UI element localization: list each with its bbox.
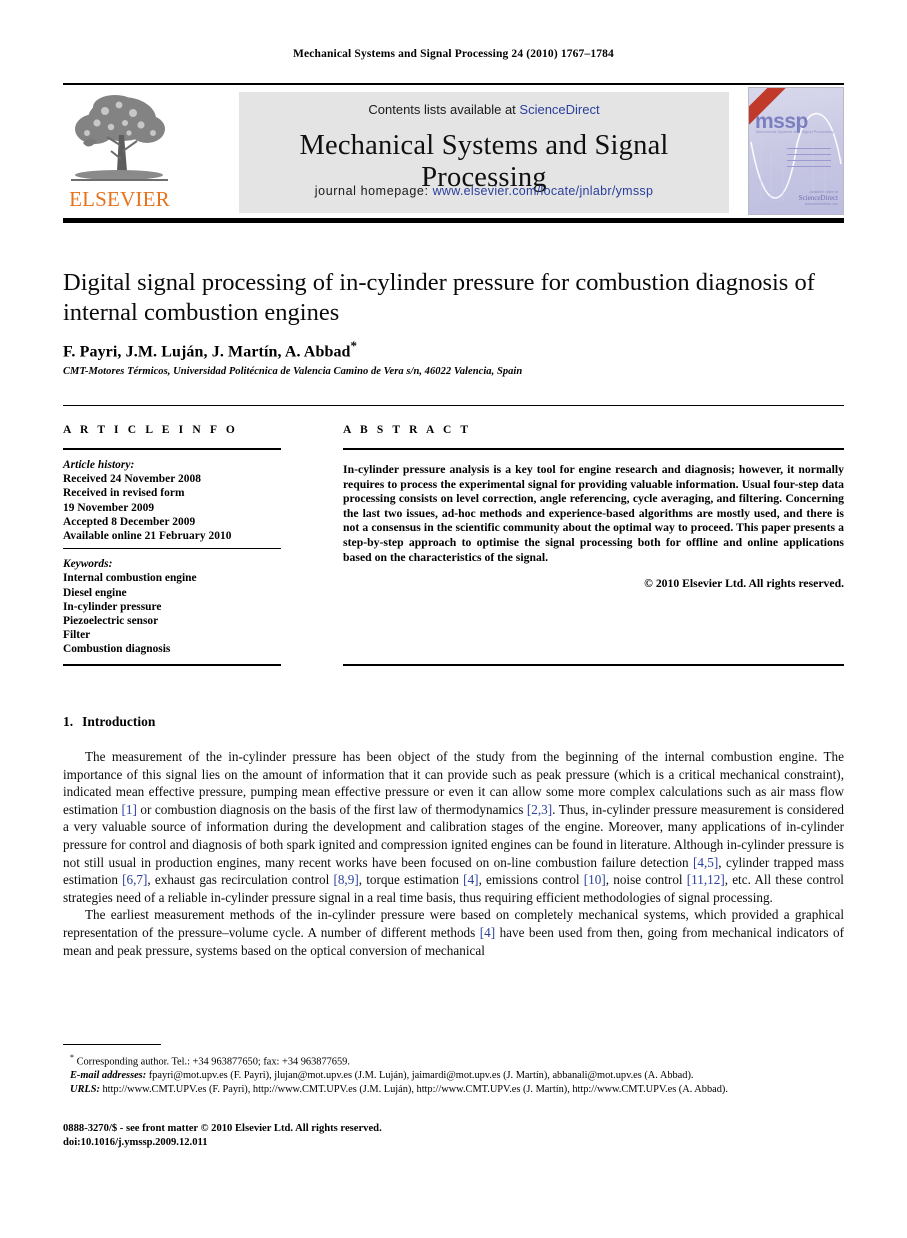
elsevier-wordmark: ELSEVIER [69,187,170,211]
running-head: Mechanical Systems and Signal Processing… [293,48,614,60]
contents-available-line: Contents lists available at ScienceDirec… [239,102,729,117]
article-history-rule [63,548,281,550]
section-label: Introduction [82,714,156,729]
masthead-bottom-rule [63,218,844,223]
keywords-label: Keywords: [63,558,113,571]
journal-homepage-line: journal homepage: www.elsevier.com/locat… [239,184,729,198]
history-line: Received in revised form [63,487,185,500]
paragraph: The earliest measurement methods of the … [63,906,844,959]
abstract-bottom-rule [343,664,844,666]
citation-link[interactable]: [2,3] [527,802,552,817]
masthead-top-rule [63,83,844,85]
footnote-block: * Corresponding author. Tel.: +34 963877… [63,1051,853,1096]
journal-masthead: ELSEVIER Contents lists available at Sci… [63,87,844,218]
article-info-bottom-rule [63,664,281,666]
article-history-label: Article history: [63,459,135,471]
history-line: Accepted 8 December 2009 [63,515,196,528]
keyword-item: In-cylinder pressure [63,600,162,613]
cover-sciencedirect-logo: Available online at ScienceDirect www.sc… [799,190,838,206]
corresponding-author-footnote: * Corresponding author. Tel.: +34 963877… [63,1051,853,1069]
email-addresses[interactable]: fpayri@mot.upv.es (F. Payri), jlujan@mot… [146,1070,694,1081]
keyword-item: Internal combustion engine [63,572,197,585]
abstract-heading: A B S T R A C T [343,424,472,436]
keyword-item: Filter [63,629,91,642]
citation-link[interactable]: [10] [584,872,606,887]
article-info-column: A R T I C L E I N F O Article history: R… [63,424,281,657]
footnote-separator-rule [63,1044,161,1045]
citation-link[interactable]: [1] [121,802,136,817]
elsevier-logo: ELSEVIER [63,87,176,218]
author-affiliation: CMT-Motores Térmicos, Universidad Polité… [63,366,523,377]
journal-cover-thumbnail[interactable]: mssp Mechanical Systems and Signal Proce… [748,87,844,215]
doi-line[interactable]: doi:10.1016/j.ymssp.2009.12.011 [63,1136,853,1150]
text-run: , emissions control [478,872,584,888]
text-run: or combustion diagnosis on the basis of … [136,801,527,817]
abstract-column: A B S T R A C T In-cylinder pressure ana… [343,424,844,590]
text-run: , torque estimation [358,872,464,888]
article-history-block: Article history: Received 24 November 20… [63,458,281,543]
keyword-item: Diesel engine [63,586,127,599]
urls-text[interactable]: http://www.CMT.UPV.es (F. Payri), http:/… [100,1084,727,1095]
section-number: 1. [63,714,74,729]
sciencedirect-link[interactable]: ScienceDirect [519,102,599,117]
contents-prefix: Contents lists available at [368,102,520,117]
section-heading-introduction: 1. Introduction [63,714,155,730]
article-info-rule [63,448,281,450]
footnote-star-icon: * [70,1053,74,1062]
history-line: 19 November 2009 [63,501,155,514]
text-run: , exhaust gas recirculation control [147,872,334,888]
history-line: Available online 21 February 2010 [63,530,232,543]
cover-subtitle: Mechanical Systems and Signal Processing [756,130,834,134]
cover-text-lines [787,148,831,172]
text-run: , noise control [605,872,687,888]
cover-logo-line3: www.sciencedirect.com [804,202,838,206]
history-line: Received 24 November 2008 [63,473,202,486]
urls-label: URLS: [70,1083,100,1095]
author-list: F. Payri, J.M. Luján, J. Martín, A. Abba… [63,338,853,361]
urls-footnote: URLS: http://www.CMT.UPV.es (F. Payri), … [63,1083,853,1097]
paper-title: Digital signal processing of in-cylinder… [63,269,815,326]
imprint-block: 0888-3270/$ - see front matter © 2010 El… [63,1122,853,1150]
author-names: F. Payri, J.M. Luján, J. Martín, A. Abba… [63,343,351,361]
email-footnote: E-mail addresses: fpayri@mot.upv.es (F. … [63,1069,853,1083]
journal-homepage-link[interactable]: www.elsevier.com/locate/jnlabr/ymssp [433,184,654,198]
citation-link[interactable]: [4] [480,925,495,940]
cover-logo-line2: ScienceDirect [798,194,838,202]
keyword-item: Combustion diagnosis [63,643,171,656]
citation-link[interactable]: [6,7] [122,872,147,887]
keywords-block: Keywords: Internal combustion engine Die… [63,557,281,656]
body-content: The measurement of the in-cylinder press… [63,748,844,959]
citation-link[interactable]: [4,5] [693,855,718,870]
citation-link[interactable]: [8,9] [333,872,358,887]
homepage-prefix: journal homepage: [314,184,433,198]
paper-page: Mechanical Systems and Signal Processing… [0,0,907,1238]
abstract-copyright: © 2010 Elsevier Ltd. All rights reserved… [644,577,844,591]
citation-link[interactable]: [4] [463,872,478,887]
info-section-top-rule [63,405,844,406]
corresponding-author-marker: * [350,338,358,353]
email-label: E-mail addresses: [70,1070,147,1082]
citation-link[interactable]: [11,12] [687,872,725,887]
keyword-item: Piezoelectric sensor [63,615,159,628]
abstract-text: In-cylinder pressure analysis is a key t… [343,463,844,564]
abstract-rule [343,448,844,450]
elsevier-tree-icon [67,89,172,189]
issn-line: 0888-3270/$ - see front matter © 2010 El… [63,1123,382,1134]
corresponding-author-text: Corresponding author. Tel.: +34 96387765… [76,1056,350,1068]
masthead-center-panel: Contents lists available at ScienceDirec… [239,92,729,213]
paragraph: The measurement of the in-cylinder press… [63,748,844,906]
article-info-heading: A R T I C L E I N F O [63,424,238,436]
